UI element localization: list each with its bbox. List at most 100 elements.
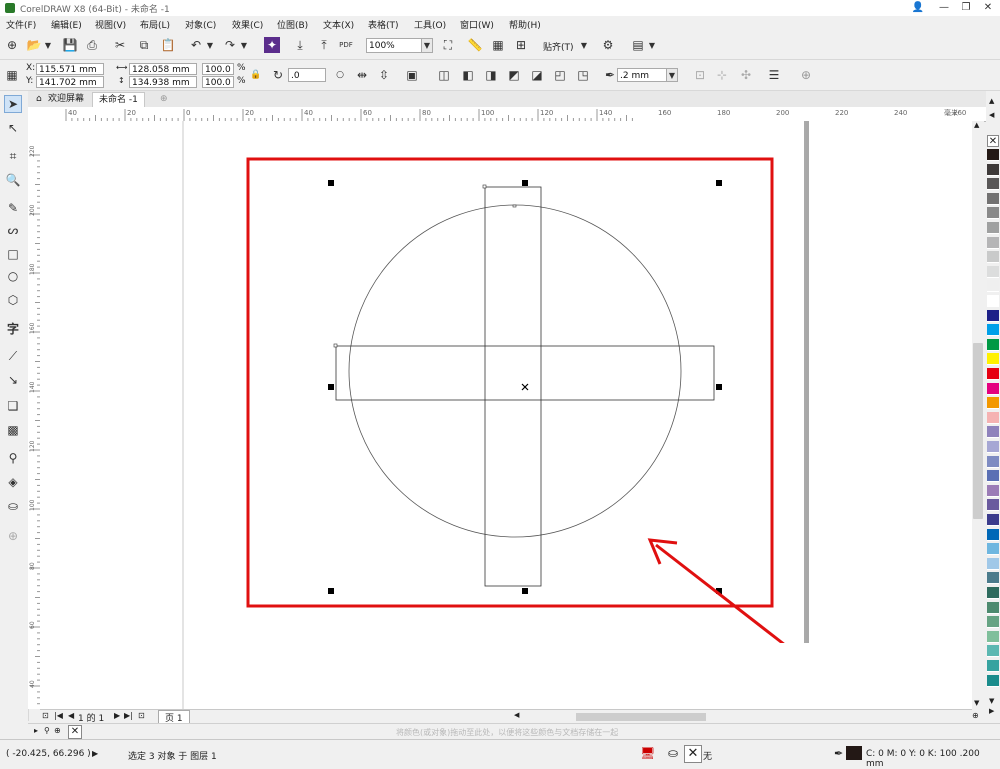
trim-icon[interactable]: ◨ — [483, 67, 499, 83]
break-apart-icon[interactable]: ✣ — [738, 67, 754, 83]
new-document-icon[interactable]: ⊕ — [4, 37, 20, 53]
application-launcher-icon[interactable]: ▤ — [630, 37, 646, 53]
parallel-dimension-icon[interactable]: ⟋ — [4, 347, 22, 365]
weld-icon[interactable]: ◧ — [460, 67, 476, 83]
fill-none-swatch[interactable]: ✕ — [684, 745, 702, 763]
vertical-scrollbar[interactable]: ▲ ▼ — [972, 121, 984, 709]
scale-width-field[interactable]: 100.0 — [202, 63, 234, 75]
color-swatch[interactable] — [987, 441, 999, 453]
eyedropper-tool-icon[interactable]: ⚲ — [4, 449, 22, 467]
status-expand-icon[interactable]: ▶ — [92, 749, 98, 758]
paste-icon[interactable]: 📋 — [160, 37, 176, 53]
back-minus-front-icon[interactable]: ◳ — [575, 67, 591, 83]
zoom-level-field[interactable]: 100% — [366, 38, 422, 53]
mirror-vertical-icon[interactable]: ⇳ — [376, 67, 392, 83]
fill-bucket-icon[interactable]: ⛀ — [668, 746, 678, 760]
scroll-left-icon[interactable]: ◀ — [514, 711, 519, 719]
menu-object[interactable]: 对象(C) — [185, 18, 216, 31]
y-position-field[interactable]: 141.702 mm — [36, 76, 104, 88]
interactive-fill-icon[interactable]: ◈ — [4, 473, 22, 491]
color-swatch[interactable] — [987, 528, 999, 541]
color-swatch[interactable] — [987, 353, 999, 366]
color-swatch[interactable] — [987, 674, 999, 687]
color-swatch[interactable] — [987, 660, 999, 672]
palette-scroll-down-icon[interactable]: ▼ — [989, 697, 994, 705]
color-swatch[interactable] — [987, 543, 999, 556]
pick-tool-icon[interactable]: ➤ — [4, 95, 22, 113]
color-swatch[interactable] — [987, 295, 999, 307]
zoom-tool-icon[interactable]: 🔍 — [4, 171, 22, 189]
node-marker[interactable] — [482, 184, 487, 189]
object-origin-icon[interactable]: ▦ — [4, 67, 20, 83]
cut-icon[interactable]: ✂ — [112, 37, 128, 53]
freehand-tool-icon[interactable]: ✎ — [4, 199, 22, 217]
color-swatch[interactable] — [987, 280, 999, 293]
crop-tool-icon[interactable]: ⌗ — [4, 147, 22, 165]
scale-height-field[interactable]: 100.0 — [202, 76, 234, 88]
no-color-swatch-doc[interactable]: ✕ — [68, 725, 82, 739]
launcher-dropdown-icon[interactable]: ▼ — [648, 37, 656, 53]
selection-handle-bottom[interactable] — [522, 588, 528, 594]
export-icon[interactable]: ⤒ — [316, 37, 332, 53]
outline-pen-status-icon[interactable]: ✒ — [834, 747, 843, 760]
save-icon[interactable]: 💾 — [62, 37, 78, 53]
horizontal-ruler[interactable]: 40 20 0 20 40 60 80 100 120 140 160 180 200 220 240 260… — [40, 107, 988, 122]
show-rulers-icon[interactable]: 📏 — [467, 37, 483, 53]
tab-welcome-screen[interactable]: 欢迎屏幕 — [42, 92, 90, 106]
color-swatch[interactable] — [987, 426, 999, 439]
eyedropper-icon[interactable]: ⚲ — [44, 726, 50, 735]
selection-handle-bottom-left[interactable] — [328, 588, 334, 594]
drop-shadow-icon[interactable]: ❑ — [4, 397, 22, 415]
full-screen-icon[interactable]: ⛶ — [440, 37, 456, 53]
color-swatch[interactable] — [987, 630, 999, 643]
user-icon[interactable]: 👤 — [908, 1, 928, 15]
add-icon[interactable]: ⊕ — [798, 67, 814, 83]
color-swatch[interactable] — [987, 514, 999, 526]
menu-window[interactable]: 窗口(W) — [460, 18, 494, 31]
color-swatch[interactable] — [987, 484, 999, 497]
color-swatch[interactable] — [987, 455, 999, 468]
show-grid-icon[interactable]: ▦ — [490, 37, 506, 53]
publish-pdf-icon[interactable]: PDF — [338, 37, 354, 53]
selection-handle-left[interactable] — [328, 384, 334, 390]
palette-scroll-up-icon[interactable]: ▲ — [989, 97, 994, 105]
connector-tool-icon[interactable]: ↘ — [4, 371, 22, 389]
open-folder-icon[interactable]: 📂 — [26, 37, 42, 53]
outline-width-dropdown-icon[interactable]: ▼ — [666, 68, 678, 82]
menu-text[interactable]: 文本(X) — [323, 18, 354, 31]
zoom-navigator-icon[interactable]: ⊕ — [972, 711, 979, 720]
color-swatch[interactable] — [987, 163, 999, 176]
color-swatch[interactable] — [987, 645, 999, 658]
color-swatch[interactable] — [987, 222, 999, 234]
selection-handle-top[interactable] — [522, 180, 528, 186]
palette-expand-icon[interactable]: ▶ — [989, 707, 994, 715]
node-marker[interactable] — [333, 343, 338, 348]
menu-view[interactable]: 视图(V) — [95, 18, 126, 31]
node-marker[interactable] — [512, 204, 517, 208]
color-swatch[interactable] — [987, 251, 999, 264]
menu-file[interactable]: 文件(F) — [6, 18, 36, 31]
palette-flyout-icon[interactable]: ◀ — [989, 111, 994, 119]
color-swatch[interactable] — [987, 572, 999, 585]
object-height-field[interactable]: 134.938 mm — [129, 76, 197, 88]
color-swatch[interactable] — [987, 236, 999, 249]
next-page-icon[interactable]: ▶ — [114, 711, 120, 720]
color-swatch[interactable] — [987, 587, 999, 599]
color-swatch[interactable] — [987, 601, 999, 614]
horizontal-scroll-thumb[interactable] — [576, 713, 706, 721]
menu-edit[interactable]: 编辑(E) — [51, 18, 82, 31]
add-tool-icon[interactable]: ⊕ — [4, 527, 22, 545]
menu-bitmaps[interactable]: 位图(B) — [277, 18, 308, 31]
print-icon[interactable]: ⎙ — [84, 37, 100, 53]
text-tool-icon[interactable]: 字 — [4, 319, 22, 337]
color-swatch[interactable] — [987, 324, 999, 337]
wrap-text-icon[interactable]: ☰ — [766, 67, 782, 83]
color-swatch[interactable] — [987, 499, 999, 512]
selection-handle-right[interactable] — [716, 384, 722, 390]
menu-layout[interactable]: 布局(L) — [140, 18, 170, 31]
minimize-button[interactable]: — — [934, 1, 954, 15]
x-position-field[interactable]: 115.571 mm — [36, 63, 104, 75]
menu-table[interactable]: 表格(T) — [368, 18, 399, 31]
zoom-dropdown-icon[interactable]: ▼ — [421, 38, 433, 53]
color-swatch[interactable] — [987, 178, 999, 191]
